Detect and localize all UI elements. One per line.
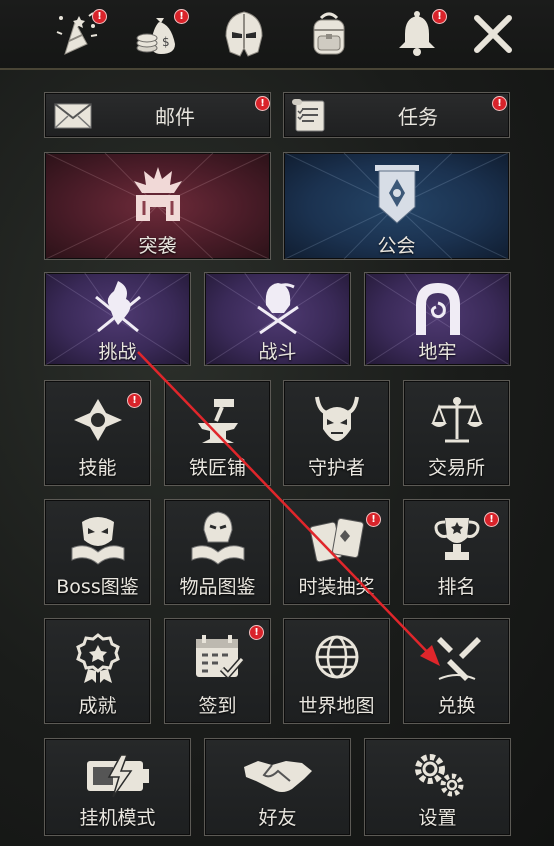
bell-badge: ! <box>432 9 447 24</box>
blacksmith-button[interactable]: 铁匠铺 <box>164 380 271 486</box>
item-codex-label: 物品图鉴 <box>179 576 256 598</box>
boss-codex-label: Boss图鉴 <box>56 576 139 598</box>
costume-draw-button[interactable]: 时装抽奖 ! <box>283 499 390 605</box>
exchange-house-button[interactable]: 交易所 <box>403 380 510 486</box>
helmet-icon-graphic <box>225 11 263 57</box>
skill-burst-icon <box>73 399 122 441</box>
challenge-button[interactable]: 挑战 <box>44 272 191 366</box>
ranking-badge: ! <box>484 512 499 527</box>
raid-icon <box>133 167 182 221</box>
item-codex-button[interactable]: 物品图鉴 <box>164 499 271 605</box>
exchange-house-label: 交易所 <box>427 457 485 479</box>
battery-charge-icon <box>86 754 149 797</box>
demon-skull-icon <box>314 396 359 441</box>
dungeon-button[interactable]: 地牢 <box>364 272 511 366</box>
ranking-label: 排名 <box>437 576 476 598</box>
battle-label: 战斗 <box>258 341 297 363</box>
skills-label: 技能 <box>78 457 117 479</box>
raid-label: 突袭 <box>138 235 177 257</box>
dungeon-label: 地牢 <box>418 341 457 363</box>
quest-badge: ! <box>492 96 507 111</box>
skills-badge: ! <box>127 393 142 408</box>
guild-banner-icon <box>374 165 419 224</box>
backpack-icon[interactable] <box>300 6 358 62</box>
backpack-icon-graphic <box>313 12 345 55</box>
idle-mode-button[interactable]: 挂机模式 <box>44 738 191 836</box>
world-map-label: 世界地图 <box>298 695 375 717</box>
dragon-swords-icon <box>94 281 141 333</box>
settings-label: 设置 <box>418 807 457 829</box>
settings-button[interactable]: 设置 <box>364 738 511 836</box>
celebration-badge: ! <box>92 9 107 24</box>
challenge-label: 挑战 <box>98 341 137 363</box>
close-icon-graphic <box>474 15 512 53</box>
svg-text:$: $ <box>162 35 170 49</box>
boss-book-icon <box>71 517 124 565</box>
money-bag-icon[interactable]: $ ! <box>128 6 189 62</box>
ranking-button[interactable]: 排名 ! <box>403 499 510 605</box>
costume-draw-badge: ! <box>366 512 381 527</box>
world-map-button[interactable]: 世界地图 <box>283 618 390 724</box>
redeem-button[interactable]: 兑换 <box>403 618 510 724</box>
medal-icon <box>75 633 120 683</box>
close-icon[interactable] <box>464 6 522 62</box>
achievement-label: 成就 <box>78 695 117 717</box>
checkin-badge: ! <box>249 625 264 640</box>
guild-label: 公会 <box>377 235 416 257</box>
top-bar: ! $ ! ! <box>0 0 554 70</box>
trophy-icon <box>434 518 479 560</box>
quest-label: 任务 <box>398 104 438 129</box>
broken-sword-icon <box>436 637 481 681</box>
cards-icon <box>309 517 364 563</box>
helmet-book-icon <box>191 511 244 565</box>
spartan-swords-icon <box>256 283 299 335</box>
mail-button[interactable]: 邮件 ! <box>44 92 271 138</box>
skills-button[interactable]: 技能 ! <box>44 380 151 486</box>
raid-button[interactable]: 突袭 <box>44 152 271 260</box>
guardian-button[interactable]: 守护者 <box>283 380 390 486</box>
bell-icon[interactable]: ! <box>388 6 447 62</box>
gears-icon <box>414 754 463 797</box>
scroll-icon <box>292 99 325 132</box>
handshake-icon <box>243 761 312 792</box>
envelope-icon <box>54 103 92 129</box>
scales-icon <box>430 397 483 443</box>
helmet-icon[interactable] <box>215 6 273 62</box>
blacksmith-label: 铁匠铺 <box>188 457 246 479</box>
battle-button[interactable]: 战斗 <box>204 272 351 366</box>
quest-button[interactable]: 任务 ! <box>283 92 510 138</box>
mail-badge: ! <box>255 96 270 111</box>
boss-codex-button[interactable]: Boss图鉴 <box>44 499 151 605</box>
celebration-icon[interactable]: ! <box>48 6 107 62</box>
costume-draw-label: 时装抽奖 <box>298 576 375 598</box>
achievement-button[interactable]: 成就 <box>44 618 151 724</box>
anvil-hammer-icon <box>197 399 238 443</box>
globe-icon <box>315 635 358 679</box>
guardian-label: 守护者 <box>307 457 365 479</box>
portal-arch-icon <box>415 283 460 335</box>
checkin-label: 签到 <box>198 695 237 717</box>
guild-button[interactable]: 公会 <box>283 152 510 260</box>
friends-label: 好友 <box>258 807 297 829</box>
money-bag-badge: ! <box>174 9 189 24</box>
mail-label: 邮件 <box>155 104 195 129</box>
redeem-label: 兑换 <box>437 695 476 717</box>
idle-mode-label: 挂机模式 <box>79 807 156 829</box>
friends-button[interactable]: 好友 <box>204 738 351 836</box>
checkin-button[interactable]: 签到 ! <box>164 618 271 724</box>
calendar-check-icon <box>195 635 244 680</box>
